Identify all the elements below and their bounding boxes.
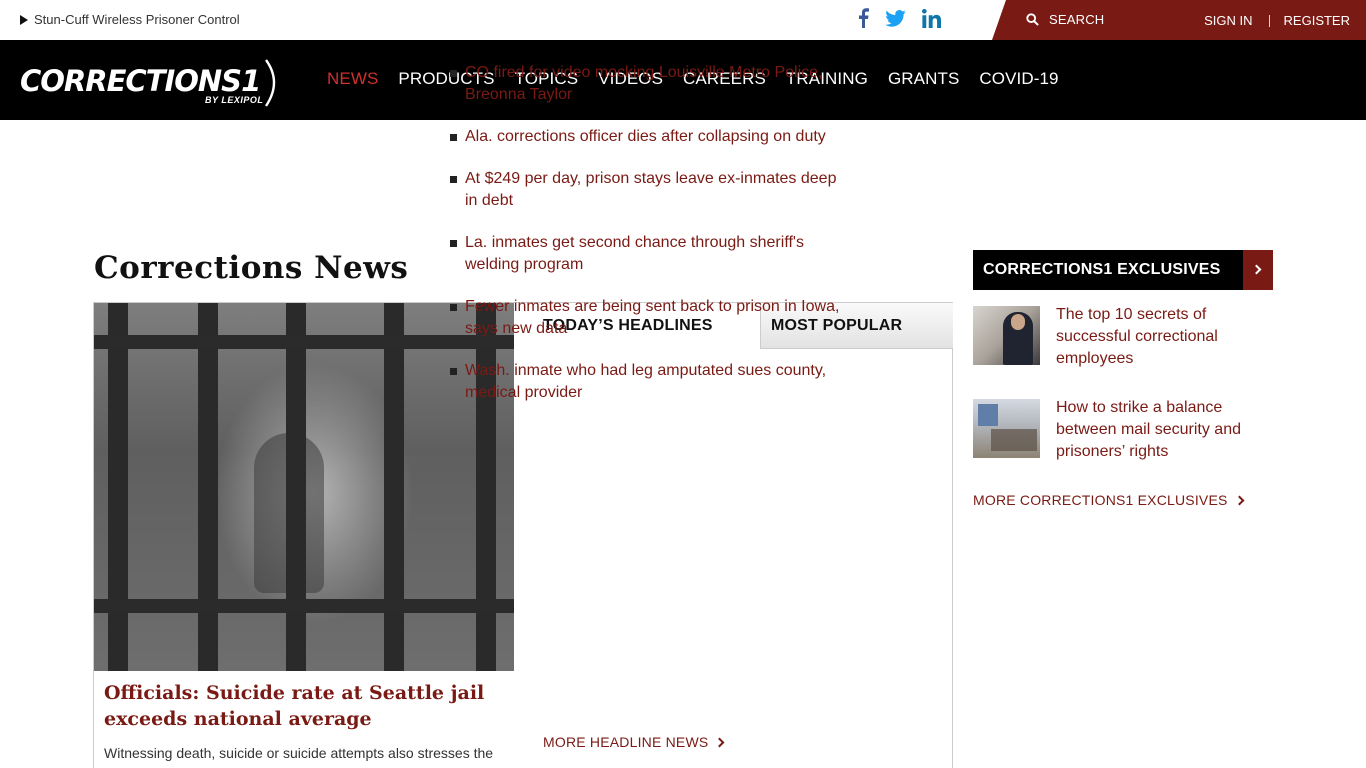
logo-swoosh-icon	[264, 59, 276, 107]
site-logo[interactable]: CORRECTIONS1 BY LEXIPOL	[20, 58, 285, 108]
auth-links: SIGN IN REGISTER	[1204, 13, 1350, 28]
jail-bar	[198, 303, 218, 671]
search-button[interactable]: SEARCH	[1026, 12, 1104, 27]
hero-headline[interactable]: Officials: Suicide rate at Seattle jail …	[104, 680, 504, 732]
bullet-square-icon	[450, 304, 457, 311]
headline-text: Ala. corrections officer dies after coll…	[465, 128, 826, 145]
bullet-square-icon	[450, 70, 457, 77]
auth-divider	[1268, 14, 1270, 27]
bullet-square-icon	[450, 368, 457, 375]
exclusive-thumbnail[interactable]	[973, 399, 1040, 458]
headline-text: CO fired for video mocking Louisville Me…	[465, 64, 823, 103]
bullet-square-icon	[450, 134, 457, 141]
chevron-right-icon	[1251, 264, 1262, 275]
logo-wordmark: CORRECTIONS1	[20, 64, 261, 98]
headline-text: At $249 per day, prison stays leave ex-i…	[465, 170, 837, 209]
exclusive-thumbnail[interactable]	[973, 306, 1040, 365]
list-item[interactable]: Fewer inmates are being sent back to pri…	[450, 296, 850, 340]
list-item[interactable]: Wash. inmate who had leg amputated sues …	[450, 360, 850, 404]
search-label: SEARCH	[1049, 12, 1105, 27]
twitter-icon[interactable]	[885, 9, 906, 27]
chevron-right-icon	[714, 737, 725, 748]
headline-text: La. inmates get second chance through sh…	[465, 234, 804, 273]
more-exclusives-link[interactable]: MORE CORRECTIONS1 EXCLUSIVES	[973, 492, 1244, 508]
logo-byline: BY LEXIPOL	[205, 95, 264, 105]
bullet-square-icon	[450, 240, 457, 247]
nav-grants[interactable]: GRANTS	[888, 69, 959, 89]
promo-link[interactable]: Stun-Cuff Wireless Prisoner Control	[20, 12, 240, 27]
sign-in-link[interactable]: SIGN IN	[1204, 13, 1252, 28]
thumb-face	[1011, 314, 1025, 330]
jail-bar	[108, 303, 128, 671]
play-triangle-icon	[20, 14, 28, 25]
list-item[interactable]: La. inmates get second chance through sh…	[450, 232, 850, 276]
facebook-icon[interactable]	[858, 8, 869, 28]
list-item[interactable]: Ala. corrections officer dies after coll…	[450, 126, 850, 148]
exclusive-link[interactable]: The top 10 secrets of successful correct…	[1056, 304, 1271, 370]
hero-description: Witnessing death, suicide or suicide att…	[104, 745, 494, 768]
exclusive-link[interactable]: How to strike a balance between mail sec…	[1056, 397, 1271, 463]
more-exclusives-label: MORE CORRECTIONS1 EXCLUSIVES	[973, 492, 1228, 508]
exclusives-title: CORRECTIONS1 EXCLUSIVES	[983, 261, 1221, 278]
jail-bar	[286, 303, 306, 671]
headline-list: CO fired for video mocking Louisville Me…	[450, 62, 850, 424]
headline-text: Fewer inmates are being sent back to pri…	[465, 298, 840, 337]
nav-covid-19[interactable]: COVID-19	[979, 69, 1058, 89]
social-links	[858, 8, 941, 28]
exclusives-header: CORRECTIONS1 EXCLUSIVES	[973, 250, 1273, 290]
page-title: Corrections News	[94, 250, 409, 286]
linkedin-icon[interactable]	[922, 8, 941, 28]
exclusives-next-button[interactable]	[1243, 250, 1273, 290]
thumb-objects	[991, 429, 1037, 451]
more-headline-news-label: MORE HEADLINE NEWS	[543, 734, 709, 750]
chevron-right-icon	[1234, 495, 1244, 506]
jail-bar	[384, 303, 404, 671]
list-item[interactable]: At $249 per day, prison stays leave ex-i…	[450, 168, 850, 212]
register-link[interactable]: REGISTER	[1284, 13, 1350, 28]
more-headline-news-link[interactable]: MORE HEADLINE NEWS	[543, 734, 725, 750]
thumb-window	[978, 404, 998, 426]
jail-crossbar	[94, 599, 514, 613]
search-icon	[1026, 13, 1039, 26]
promo-text: Stun-Cuff Wireless Prisoner Control	[34, 12, 240, 27]
nav-news[interactable]: NEWS	[327, 69, 378, 89]
list-item[interactable]: CO fired for video mocking Louisville Me…	[450, 62, 850, 106]
headline-text: Wash. inmate who had leg amputated sues …	[465, 362, 827, 401]
top-utility-bar: Stun-Cuff Wireless Prisoner Control SEAR…	[0, 0, 1366, 40]
bullet-square-icon	[450, 176, 457, 183]
